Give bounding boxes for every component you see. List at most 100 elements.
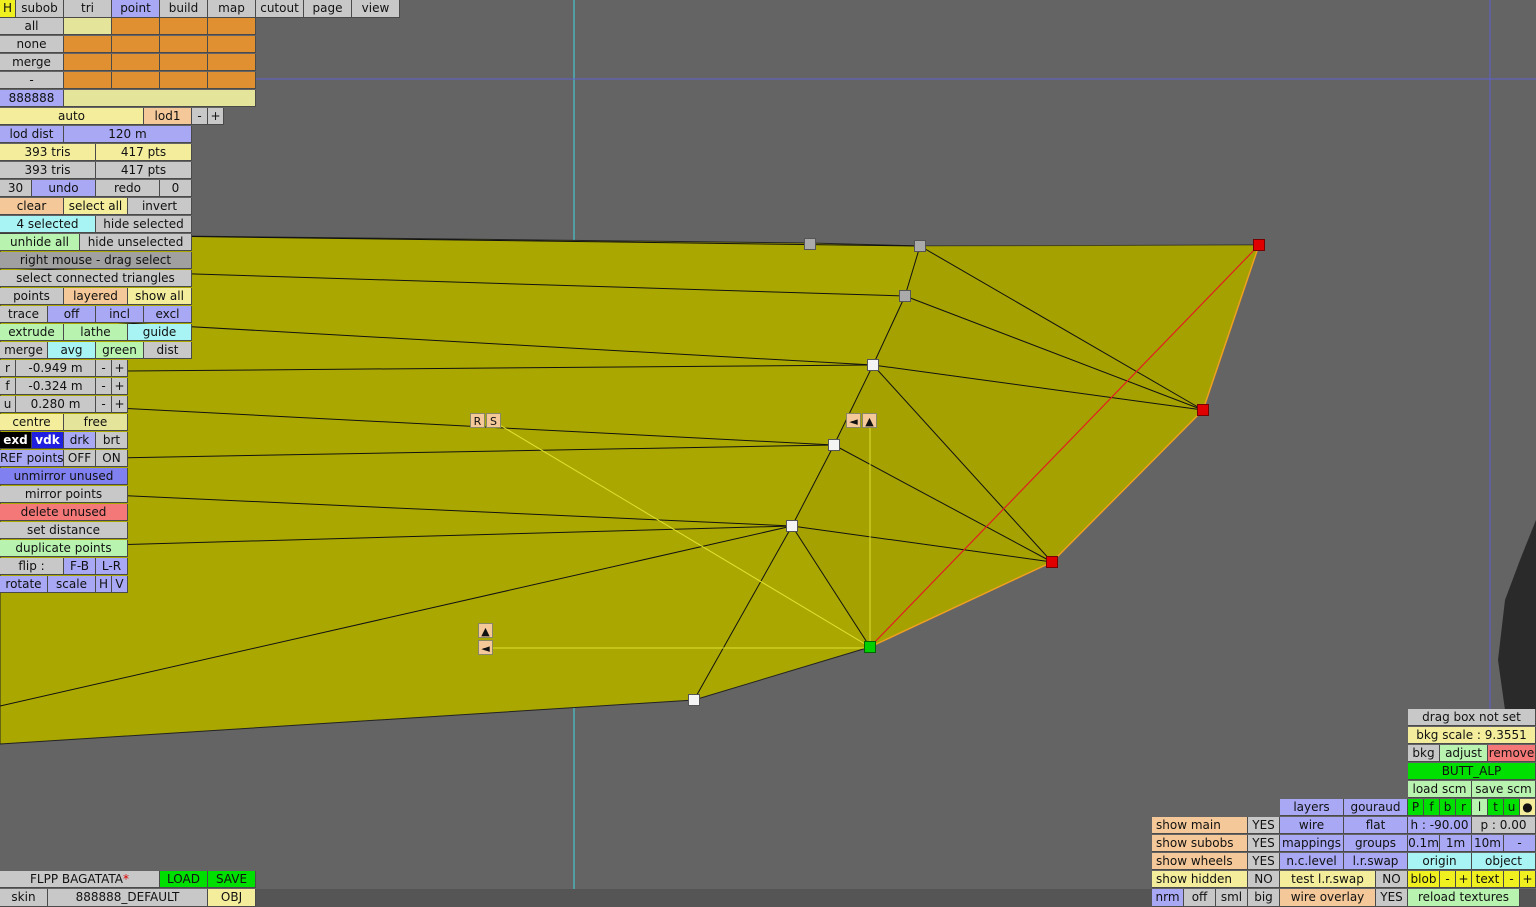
green-button[interactable]: green [96, 342, 144, 359]
scale-handle[interactable]: S [486, 413, 501, 428]
pitch-value[interactable]: p : 0.00 [1472, 817, 1536, 834]
color-swatch[interactable] [64, 36, 112, 53]
f-axis-value[interactable]: -0.324 m [16, 378, 96, 395]
drag-select-mode[interactable]: right mouse - drag select [0, 252, 192, 269]
auto-lod-button[interactable]: auto [0, 108, 144, 125]
tab-point[interactable]: point [112, 0, 160, 18]
color-swatch[interactable] [112, 36, 160, 53]
trace-incl-button[interactable]: incl [96, 306, 144, 323]
vdk-button[interactable]: vdk [32, 432, 64, 449]
save-button[interactable]: SAVE [208, 871, 256, 888]
avg-button[interactable]: avg [48, 342, 96, 359]
selected-vertex-point[interactable] [1197, 404, 1209, 416]
color-swatch[interactable] [160, 18, 208, 35]
undo-button[interactable]: undo [32, 180, 96, 197]
select-none-button[interactable]: none [0, 36, 64, 53]
clear-button[interactable]: clear [0, 198, 64, 215]
color-swatch[interactable] [64, 72, 112, 89]
tab-build[interactable]: build [160, 0, 208, 18]
redo-button[interactable]: redo [96, 180, 160, 197]
step-1m-button[interactable]: 1m [1440, 835, 1472, 852]
step-minus-button[interactable]: - [1504, 835, 1536, 852]
color-swatch[interactable] [160, 36, 208, 53]
show-subobs-toggle[interactable]: show subobs [1152, 835, 1248, 852]
text-plus-button[interactable]: + [1520, 871, 1536, 888]
wire-button[interactable]: wire [1280, 817, 1344, 834]
blob-plus-button[interactable]: + [1456, 871, 1472, 888]
layers-button[interactable]: layers [1280, 799, 1344, 816]
select-connected-triangles-button[interactable]: select connected triangles [0, 270, 192, 287]
unmirror-unused-button[interactable]: unmirror unused [0, 468, 128, 485]
tab-subob[interactable]: subob [16, 0, 64, 18]
mappings-button[interactable]: mappings [1280, 835, 1344, 852]
vertex-point[interactable] [688, 694, 700, 706]
vertex-point[interactable] [828, 439, 840, 451]
text-button[interactable]: text [1472, 871, 1504, 888]
gouraud-button[interactable]: gouraud [1344, 799, 1408, 816]
3d-viewport[interactable] [0, 0, 1536, 907]
r-minus-button[interactable]: - [96, 360, 112, 377]
mirror-points-button[interactable]: mirror points [0, 486, 128, 503]
vertex-point[interactable] [804, 238, 816, 250]
color-swatch[interactable] [64, 18, 112, 35]
scale-button[interactable]: scale [48, 576, 96, 593]
vertex-point[interactable] [867, 359, 879, 371]
show-wheels-toggle[interactable]: show wheels [1152, 853, 1248, 870]
nc-level-button[interactable]: n.c.level [1280, 853, 1344, 870]
lod-minus-button[interactable]: - [192, 108, 208, 125]
object-button[interactable]: object [1472, 853, 1536, 870]
show-main-toggle[interactable]: show main [1152, 817, 1248, 834]
centre-button[interactable]: centre [0, 414, 64, 431]
select-all-button[interactable]: all [0, 18, 64, 35]
text-minus-button[interactable]: - [1504, 871, 1520, 888]
off-button[interactable]: off [1184, 889, 1216, 907]
color-swatch[interactable] [208, 54, 256, 71]
nrm-button[interactable]: nrm [1152, 889, 1184, 907]
lathe-button[interactable]: lathe [64, 324, 128, 341]
vertex-point[interactable] [899, 290, 911, 302]
flat-button[interactable]: flat [1344, 817, 1408, 834]
f-plus-button[interactable]: + [112, 378, 128, 395]
background-name[interactable]: BUTT_ALP [1408, 763, 1536, 780]
groups-button[interactable]: groups [1344, 835, 1408, 852]
heading-value[interactable]: h : -90.00 [1408, 817, 1472, 834]
v-button[interactable]: V [112, 576, 128, 593]
pivot-vertex-point[interactable] [864, 641, 876, 653]
invert-button[interactable]: invert [128, 198, 192, 215]
extrude-button[interactable]: extrude [0, 324, 64, 341]
move-left-handle-icon[interactable]: ◄ [478, 640, 493, 655]
lod-plus-button[interactable]: + [208, 108, 224, 125]
tab-view[interactable]: view [352, 0, 400, 18]
view-r-button[interactable]: r [1456, 799, 1472, 816]
merge-points-button[interactable]: merge [0, 342, 48, 359]
trace-off-button[interactable]: off [48, 306, 96, 323]
brt-button[interactable]: brt [96, 432, 128, 449]
color-swatch[interactable] [112, 54, 160, 71]
sml-button[interactable]: sml [1216, 889, 1248, 907]
set-distance-button[interactable]: set distance [0, 522, 128, 539]
drk-button[interactable]: drk [64, 432, 96, 449]
big-button[interactable]: big [1248, 889, 1280, 907]
bkg-button[interactable]: bkg [1408, 745, 1440, 762]
vertex-point[interactable] [786, 520, 798, 532]
color-swatch[interactable] [208, 72, 256, 89]
color-code[interactable]: 888888 [0, 90, 64, 107]
r-plus-button[interactable]: + [112, 360, 128, 377]
remove-button[interactable]: remove [1488, 745, 1536, 762]
minus-button[interactable]: - [0, 72, 64, 89]
show-main-value[interactable]: YES [1248, 817, 1280, 834]
move-up-handle-icon[interactable]: ▲ [478, 623, 493, 638]
color-swatch[interactable] [112, 18, 160, 35]
bkg-scale[interactable]: bkg scale : 9.3551 [1408, 727, 1536, 744]
tab-cutout[interactable]: cutout [256, 0, 304, 18]
step-10m-button[interactable]: 10m [1472, 835, 1504, 852]
u-plus-button[interactable]: + [112, 396, 128, 413]
adjust-button[interactable]: adjust [1440, 745, 1488, 762]
h-button[interactable]: H [96, 576, 112, 593]
rotate-handle[interactable]: R [470, 413, 485, 428]
hide-unselected-button[interactable]: hide unselected [80, 234, 192, 251]
color-swatch[interactable] [160, 54, 208, 71]
wire-overlay-value[interactable]: YES [1376, 889, 1408, 907]
hide-selected-button[interactable]: hide selected [96, 216, 192, 233]
show-subobs-value[interactable]: YES [1248, 835, 1280, 852]
